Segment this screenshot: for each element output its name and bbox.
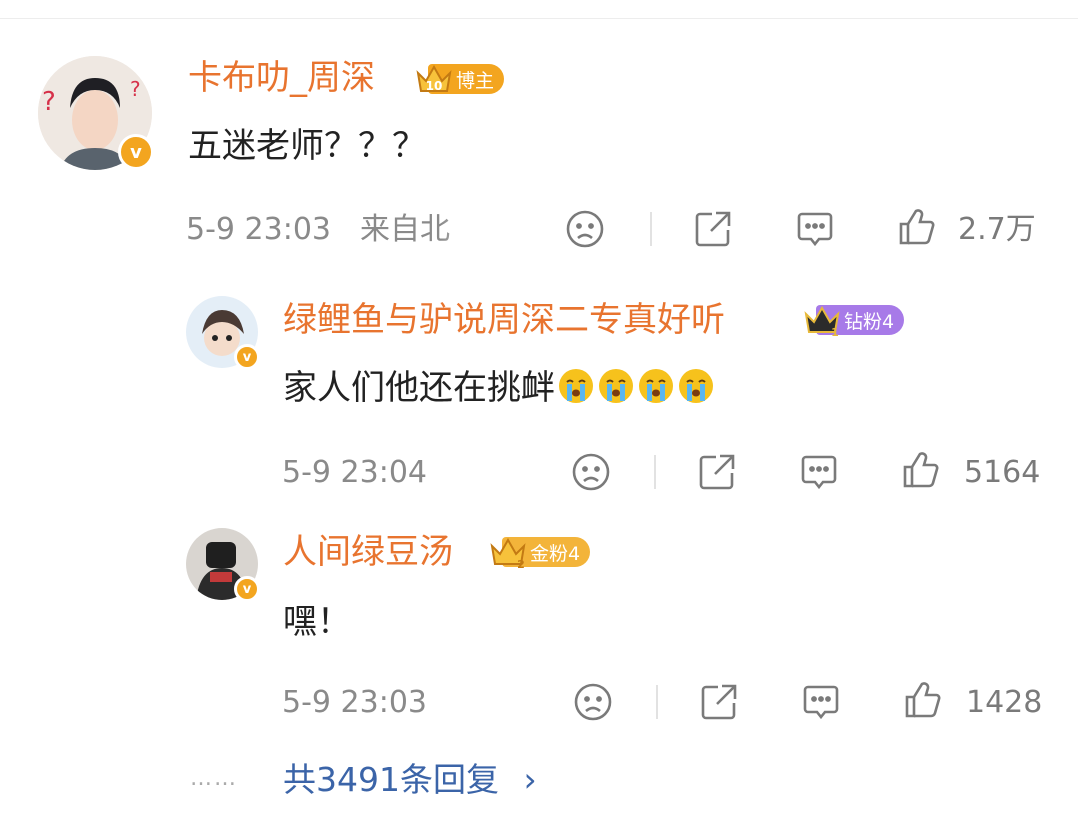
user-badge: 2 金粉4 [490,537,591,570]
share-icon[interactable] [696,451,738,493]
svg-text:1: 1 [831,326,839,338]
reply-username[interactable]: 人间绿豆汤 [283,532,453,572]
verified-icon: v [118,134,154,170]
more-dots: …… [190,766,238,791]
sad-face-icon[interactable] [572,681,614,723]
avatar[interactable]: v [186,296,260,370]
reply-time: 5-9 23:04 [282,455,427,490]
emoji-row [555,368,715,408]
comment-icon[interactable] [794,208,836,250]
comment-source: 来自北 [360,212,450,247]
crying-emoji-icon [639,369,673,403]
like-count: 2.7万 [958,212,1036,247]
svg-text:?: ? [130,77,141,101]
verified-icon: v [234,576,260,602]
reply-text: 家人们他还在挑衅 [283,366,715,410]
badge-label: 钻粉4 [844,310,895,333]
crying-emoji-icon [679,369,713,403]
user-badge: 10 博主 [416,64,505,94]
crown-icon: 2 [490,537,526,570]
svg-text:2: 2 [517,558,525,570]
share-icon[interactable] [698,681,740,723]
more-replies-link[interactable]: 共3491条回复 › [283,760,537,800]
avatar[interactable]: ? ? v [38,56,154,170]
crying-emoji-icon [599,369,633,403]
like-icon[interactable] [902,679,944,721]
like-icon[interactable] [896,206,938,248]
sad-face-icon[interactable] [564,208,606,250]
sad-face-icon[interactable] [570,451,612,493]
crown-icon: 1 [804,305,840,338]
badge-label: 金粉4 [530,542,581,565]
badge-label: 博主 [456,69,495,92]
like-count: 5164 [964,455,1041,490]
source-fade [440,210,500,250]
comment-username[interactable]: 卡布叻_周深 [188,58,375,98]
svg-text:10: 10 [426,79,443,93]
crying-emoji-icon [559,369,593,403]
comment-time: 5-9 23:03 [186,212,331,247]
action-separator [654,455,656,489]
share-icon[interactable] [692,208,734,250]
reply-username[interactable]: 绿鲤鱼与驴说周深二专真好听 [283,300,725,340]
avatar[interactable]: v [186,528,260,602]
action-separator [650,212,652,246]
action-separator [656,685,658,719]
like-count: 1428 [966,685,1043,720]
top-divider [0,18,1078,19]
reply-text-content: 家人们他还在挑衅 [283,368,555,408]
verified-icon: v [234,344,260,370]
chevron-right-icon: › [523,760,537,799]
svg-text:?: ? [42,87,56,117]
like-icon[interactable] [900,449,942,491]
reply-time: 5-9 23:03 [282,685,427,720]
comment-icon[interactable] [800,681,842,723]
more-replies-label: 共3491条回复 [283,760,499,799]
comment-text: 五迷老师？？？ [188,126,426,166]
reply-text: 嘿！ [283,602,351,642]
crown-icon: 10 [416,64,452,93]
user-badge: 1 钻粉4 [804,305,905,338]
comment-icon[interactable] [798,451,840,493]
